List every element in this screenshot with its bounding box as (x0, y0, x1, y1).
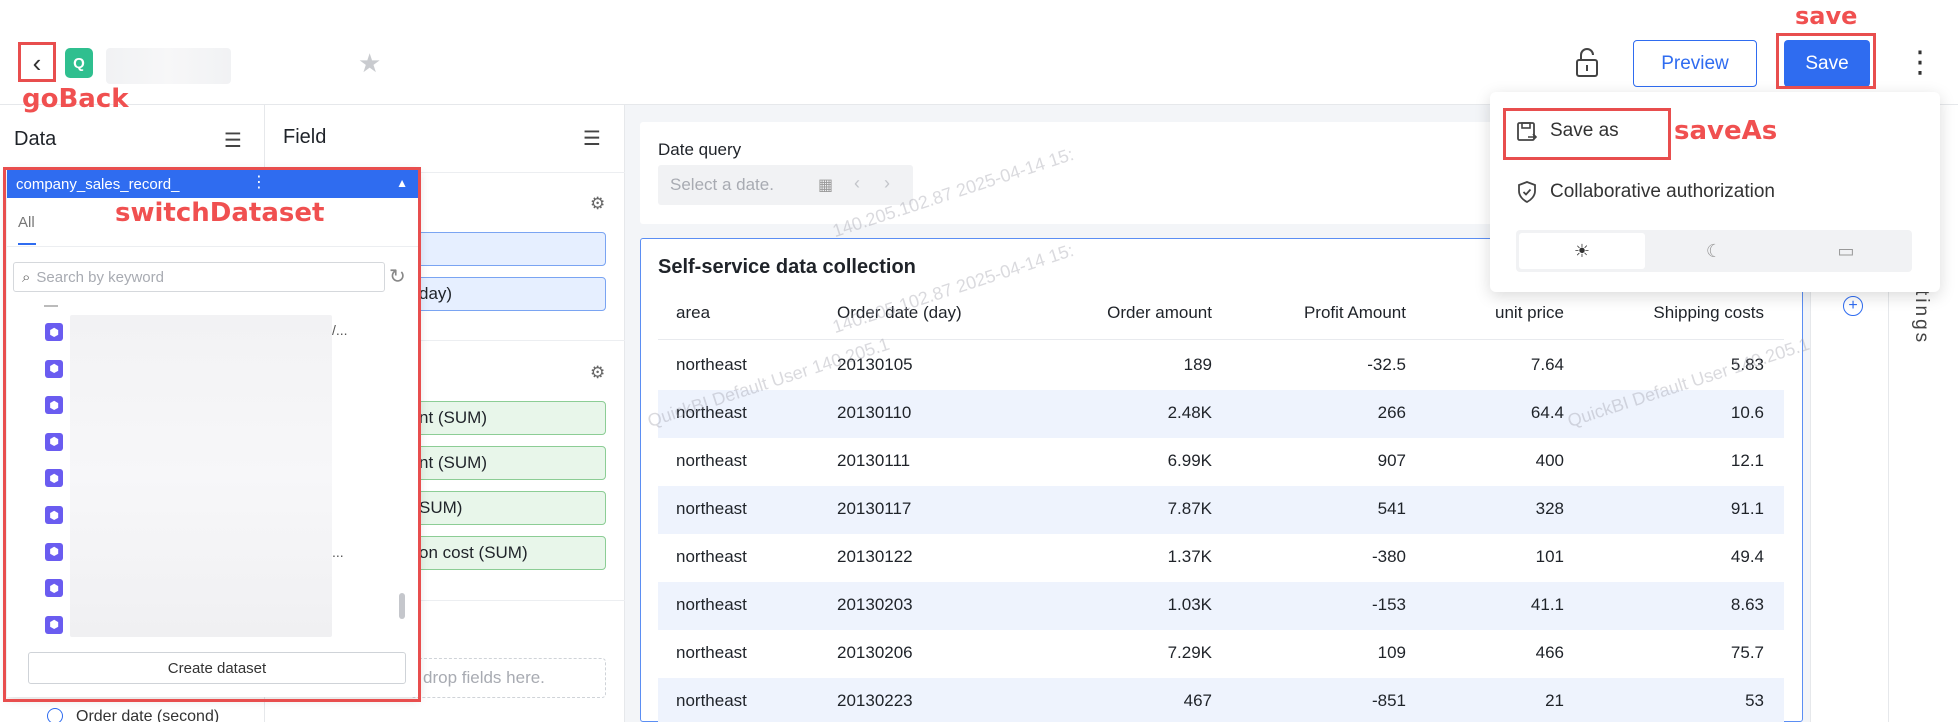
cell-order-date: 20130203 (837, 595, 913, 614)
cell-area: northeast (676, 547, 747, 566)
column-header-shipping-costs[interactable]: Shipping costs (1580, 303, 1764, 323)
cell-order-date: 20130117 (837, 499, 912, 518)
cell-profit-amount: 266 (1377, 403, 1406, 422)
light-theme-icon[interactable]: ☀ (1519, 233, 1645, 269)
cell-order-date: 20130122 (837, 547, 913, 566)
cell-order-amount: 1.37K (1167, 547, 1212, 566)
measure-chip[interactable]: on cost (SUM) (410, 536, 606, 570)
cell-unit-price: 328 (1535, 499, 1564, 518)
dimension-chip[interactable]: day) (410, 277, 606, 311)
cell-area: northeast (676, 355, 747, 374)
cell-area: northeast (676, 499, 747, 518)
cell-order-amount: 467 (1183, 691, 1212, 710)
cell-order-amount: 6.99K (1167, 451, 1212, 470)
cell-order-amount: 189 (1183, 355, 1212, 374)
cell-unit-price: 64.4 (1530, 403, 1564, 422)
cell-area: northeast (676, 643, 747, 662)
app-logo-icon: Q (65, 48, 93, 78)
cell-shipping-costs: 91.1 (1730, 499, 1764, 518)
shield-icon (1515, 180, 1539, 204)
drop-zone[interactable]: drop fields here. (410, 658, 606, 698)
cell-unit-price: 21 (1545, 691, 1564, 710)
measure-chip[interactable]: SUM) (410, 491, 606, 525)
cell-profit-amount: -153 (1371, 595, 1406, 614)
cell-order-date: 20130206 (837, 643, 913, 662)
cell-order-date: 20130223 (837, 691, 913, 710)
save-annotation: save (1795, 2, 1858, 30)
column-header-order-amount[interactable]: Order amount (1040, 303, 1212, 323)
cell-unit-price: 101 (1535, 547, 1564, 566)
collaborative-authorization-menu-item[interactable]: Collaborative authorization (1550, 181, 1775, 203)
collapse-field-icon[interactable]: ☰ (583, 126, 601, 151)
data-panel-title: Data (14, 128, 57, 150)
date-picker-input[interactable]: Select a date. ▦ ‹ › (658, 165, 913, 205)
dimension-chip[interactable] (410, 232, 606, 266)
screen-theme-icon[interactable]: ▭ (1783, 233, 1909, 269)
cell-order-amount: 2.48K (1167, 403, 1212, 422)
cell-order-amount: 1.03K (1167, 595, 1212, 614)
cell-order-date: 20130110 (837, 403, 912, 422)
cell-profit-amount: -380 (1371, 547, 1406, 566)
cell-profit-amount: 907 (1377, 451, 1406, 470)
measure-chip[interactable]: nt (SUM) (410, 446, 606, 480)
preview-button[interactable]: Preview (1633, 40, 1757, 87)
date-placeholder: Select a date. (670, 175, 774, 194)
cell-shipping-costs: 75.7 (1730, 643, 1764, 662)
add-icon[interactable]: + (1843, 296, 1863, 316)
cell-order-date: 20130111 (837, 451, 911, 470)
cell-shipping-costs: 8.63 (1730, 595, 1764, 614)
collapse-data-icon[interactable]: ☰ (224, 128, 242, 153)
report-title-blurred[interactable] (106, 48, 231, 84)
switch-dataset-annotation: switchDataset (115, 198, 325, 228)
cell-unit-price: 7.64 (1530, 355, 1564, 374)
cell-order-amount: 7.29K (1167, 643, 1212, 662)
field-item-order-date-second[interactable]: Order date (second) (76, 708, 219, 722)
cell-area: northeast (676, 595, 747, 614)
cell-area: northeast (676, 451, 747, 470)
cell-unit-price: 400 (1535, 451, 1564, 470)
cell-shipping-costs: 49.4 (1730, 547, 1764, 566)
cell-area: northeast (676, 691, 747, 710)
date-query-label: Date query (658, 140, 742, 159)
next-date-icon[interactable]: › (884, 173, 890, 194)
cell-unit-price: 41.1 (1530, 595, 1564, 614)
cell-shipping-costs: 12.1 (1730, 451, 1764, 470)
dark-theme-icon[interactable]: ☾ (1651, 233, 1777, 269)
more-options-icon[interactable]: ⋮ (1905, 45, 1935, 81)
field-panel-title: Field (283, 126, 327, 148)
cell-profit-amount: 541 (1377, 499, 1406, 518)
save-as-highlight (1503, 108, 1671, 160)
calendar-icon: ▦ (818, 177, 834, 194)
cell-profit-amount: 109 (1377, 643, 1406, 662)
table-title: Self-service data collection (658, 256, 916, 278)
save-highlight (1776, 33, 1876, 89)
column-header-profit-amount[interactable]: Profit Amount (1230, 303, 1406, 323)
cell-unit-price: 466 (1535, 643, 1564, 662)
measure-settings-icon[interactable]: ⚙ (590, 363, 605, 383)
column-header-unit-price[interactable]: unit price (1424, 303, 1564, 323)
star-icon[interactable]: ★ (358, 48, 381, 79)
dimension-settings-icon[interactable]: ⚙ (590, 194, 605, 214)
cell-profit-amount: -851 (1371, 691, 1406, 710)
prev-date-icon[interactable]: ‹ (854, 173, 860, 194)
field-type-icon (47, 708, 63, 722)
cell-order-amount: 7.87K (1167, 499, 1212, 518)
switch-dataset-highlight (3, 167, 421, 702)
save-as-annotation: saveAs (1674, 116, 1778, 146)
lock-icon[interactable] (1572, 46, 1602, 80)
measure-chip[interactable]: nt (SUM) (410, 401, 606, 435)
cell-shipping-costs: 53 (1745, 691, 1764, 710)
go-back-annotation: goBack (22, 84, 129, 114)
settings-vertical-tab[interactable]: tings (1910, 290, 1932, 345)
go-back-highlight (18, 42, 56, 82)
cell-profit-amount: -32.5 (1367, 355, 1406, 374)
column-header-area[interactable]: area (676, 303, 710, 323)
